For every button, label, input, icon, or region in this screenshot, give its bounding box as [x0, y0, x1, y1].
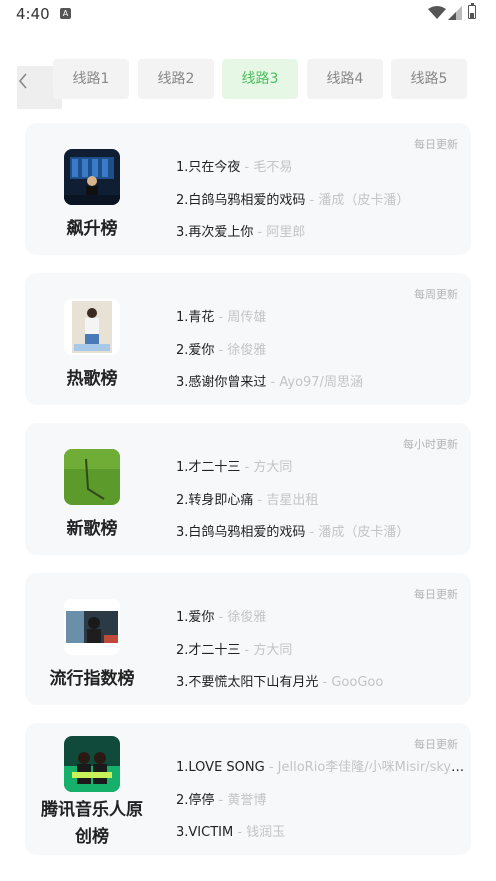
- status-bar: 4:40 A: [0, 0, 496, 30]
- song-title: 1.才二十三: [176, 460, 241, 475]
- song-item[interactable]: 3.VICTIM - 钱润玉: [176, 821, 466, 840]
- chart-cover-image: [64, 449, 120, 505]
- signal-icon: [448, 6, 462, 20]
- song-title: 3.VICTIM: [176, 825, 234, 840]
- song-artist: - 周传雄: [214, 310, 267, 325]
- wifi-icon: [428, 6, 446, 19]
- song-title: 2.白鸽乌鸦相爱的戏码: [176, 193, 306, 208]
- song-title: 1.青花: [176, 310, 215, 325]
- chart-name: 热歌榜: [66, 369, 118, 389]
- song-title: 1.爱你: [176, 610, 215, 625]
- chart-card-soaring[interactable]: 每日更新 飙升榜 1.只在今夜 - 毛不易 2.白鸽乌鸦相爱的戏码 - 潘成（皮…: [25, 123, 471, 255]
- song-artist: - JelloRio李佳隆/小咪Misir/skyslite: [264, 760, 466, 775]
- chart-name: 飙升榜: [66, 219, 118, 239]
- song-item[interactable]: 3.不要慌太阳下山有月光 - GooGoo: [176, 671, 466, 690]
- update-frequency: 每日更新: [414, 588, 458, 601]
- song-artist: - 阿里郎: [253, 225, 306, 240]
- song-title: 3.白鸽乌鸦相爱的戏码: [176, 525, 306, 540]
- notification-a-icon: A: [60, 8, 71, 19]
- song-title: 1.LOVE SONG: [176, 760, 265, 775]
- chart-cover-image: [64, 599, 120, 655]
- song-item[interactable]: 2.才二十三 - 方大同: [176, 639, 466, 658]
- song-artist: - GooGoo: [318, 675, 384, 690]
- song-artist: - 徐俊雅: [214, 610, 267, 625]
- chart-card-hot[interactable]: 每周更新 热歌榜 1.青花 - 周传雄 2.爱你 - 徐俊雅 3.感谢你曾来过 …: [25, 273, 471, 405]
- song-item[interactable]: 2.停停 - 黄誉博: [176, 789, 466, 808]
- chart-cover-image: [64, 299, 120, 355]
- song-item[interactable]: 2.白鸽乌鸦相爱的戏码 - 潘成（皮卡潘）: [176, 189, 466, 208]
- song-artist: - 吉星出租: [253, 493, 319, 508]
- song-item[interactable]: 1.LOVE SONG - JelloRio李佳隆/小咪Misir/skysli…: [176, 756, 466, 775]
- song-artist: - 钱润玉: [233, 825, 286, 840]
- song-item[interactable]: 1.才二十三 - 方大同: [176, 456, 466, 475]
- chart-cover-image: [64, 736, 120, 792]
- chart-cover-image: [64, 149, 120, 205]
- tab-route-2[interactable]: 线路2: [138, 59, 214, 99]
- song-artist: - 潘成（皮卡潘）: [305, 525, 410, 540]
- song-item[interactable]: 1.青花 - 周传雄: [176, 306, 466, 325]
- song-item[interactable]: 1.只在今夜 - 毛不易: [176, 156, 466, 175]
- update-frequency: 每日更新: [414, 138, 458, 151]
- update-frequency: 每周更新: [414, 288, 458, 301]
- status-time: 4:40: [16, 5, 50, 23]
- tab-route-1[interactable]: 线路1: [53, 59, 129, 99]
- song-item[interactable]: 3.再次爱上你 - 阿里郎: [176, 221, 466, 240]
- chart-name: 腾讯音乐人原创榜: [41, 800, 143, 847]
- chart-card-new[interactable]: 每小时更新 新歌榜 1.才二十三 - 方大同 2.转身即心痛 - 吉星出租 3.…: [25, 423, 471, 555]
- song-artist: - Ayo97/周思涵: [266, 375, 363, 390]
- song-item[interactable]: 1.爱你 - 徐俊雅: [176, 606, 466, 625]
- song-item[interactable]: 2.爱你 - 徐俊雅: [176, 339, 466, 358]
- tab-route-3[interactable]: 线路3: [222, 59, 298, 99]
- song-item[interactable]: 3.感谢你曾来过 - Ayo97/周思涵: [176, 371, 466, 390]
- tab-route-5[interactable]: 线路5: [391, 59, 467, 99]
- song-artist: - 方大同: [240, 643, 293, 658]
- song-title: 2.爱你: [176, 343, 215, 358]
- song-artist: - 黄誉博: [214, 793, 267, 808]
- song-title: 3.感谢你曾来过: [176, 375, 267, 390]
- song-title: 1.只在今夜: [176, 160, 241, 175]
- song-title: 2.停停: [176, 793, 215, 808]
- song-title: 3.再次爱上你: [176, 225, 254, 240]
- chart-card-popularity-index[interactable]: 每日更新 流行指数榜 1.爱你 - 徐俊雅 2.才二十三 - 方大同 3.不要慌…: [25, 573, 471, 705]
- update-frequency: 每小时更新: [403, 438, 458, 451]
- chart-card-tencent-original[interactable]: 每日更新 腾讯音乐人原创榜 1.LOVE SONG - JelloRio李佳隆/…: [25, 723, 471, 855]
- song-artist: - 毛不易: [240, 160, 293, 175]
- tab-route-4[interactable]: 线路4: [307, 59, 383, 99]
- battery-icon: [468, 2, 476, 19]
- chart-name: 流行指数榜: [49, 669, 135, 689]
- song-item[interactable]: 2.转身即心痛 - 吉星出租: [176, 489, 466, 508]
- song-item[interactable]: 3.白鸽乌鸦相爱的戏码 - 潘成（皮卡潘）: [176, 521, 466, 540]
- song-title: 2.才二十三: [176, 643, 241, 658]
- song-title: 3.不要慌太阳下山有月光: [176, 675, 319, 690]
- song-title: 2.转身即心痛: [176, 493, 254, 508]
- chart-name: 新歌榜: [66, 519, 118, 539]
- update-frequency: 每日更新: [414, 738, 458, 751]
- song-artist: - 潘成（皮卡潘）: [305, 193, 410, 208]
- song-artist: - 徐俊雅: [214, 343, 267, 358]
- song-artist: - 方大同: [240, 460, 293, 475]
